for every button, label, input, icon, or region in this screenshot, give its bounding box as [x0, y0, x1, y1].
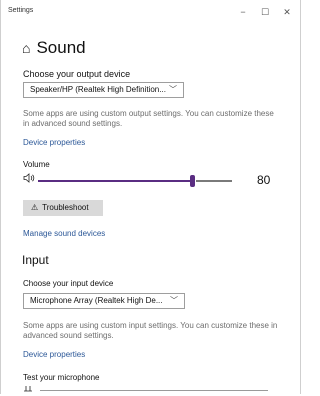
input-device-heading: Choose your input device: [23, 279, 114, 288]
page-title: Sound: [36, 38, 86, 57]
speaker-icon[interactable]: [23, 173, 35, 185]
manage-sound-devices-link[interactable]: Manage sound devices: [23, 229, 105, 238]
chevron-down-icon: ﹀: [170, 296, 178, 305]
volume-slider-thumb[interactable]: [190, 175, 195, 187]
output-device-properties-link[interactable]: Device properties: [23, 138, 85, 147]
input-device-value: Microphone Array (Realtek High De...: [30, 296, 163, 305]
output-help-text: Some apps are using custom output settin…: [23, 109, 274, 128]
warning-icon: ⚠: [31, 203, 39, 212]
output-device-heading: Choose your output device: [23, 69, 131, 79]
volume-label: Volume: [23, 160, 50, 169]
microphone-icon-glyph: [24, 386, 32, 392]
output-device-dropdown[interactable]: Speaker/HP (Realtek High Definition... ﹀: [23, 82, 184, 98]
troubleshoot-button[interactable]: ⚠ Troubleshoot: [23, 200, 103, 216]
troubleshoot-label: Troubleshoot: [42, 203, 89, 212]
output-device-value: Speaker/HP (Realtek High Definition...: [30, 85, 166, 94]
page-header: ⌂ Sound: [22, 38, 86, 58]
sound-settings-page: ⌂ Sound Choose your output device Speaker…: [0, 0, 303, 394]
input-help-text: Some apps are using custom input setting…: [23, 321, 278, 340]
input-device-properties-link[interactable]: Device properties: [23, 350, 85, 359]
microphone-icon: [23, 385, 33, 396]
input-device-dropdown[interactable]: Microphone Array (Realtek High De... ﹀: [23, 293, 185, 309]
mic-level-meter: [40, 390, 268, 391]
input-heading: Input: [22, 253, 49, 267]
home-icon[interactable]: ⌂: [22, 40, 30, 56]
volume-value: 80: [257, 173, 271, 187]
speaker-icon-glyph: [23, 173, 35, 183]
volume-slider-fill[interactable]: [38, 180, 190, 182]
volume-slider-track[interactable]: [196, 180, 232, 182]
test-microphone-label: Test your microphone: [23, 373, 100, 382]
chevron-down-icon: ﹀: [169, 85, 177, 94]
